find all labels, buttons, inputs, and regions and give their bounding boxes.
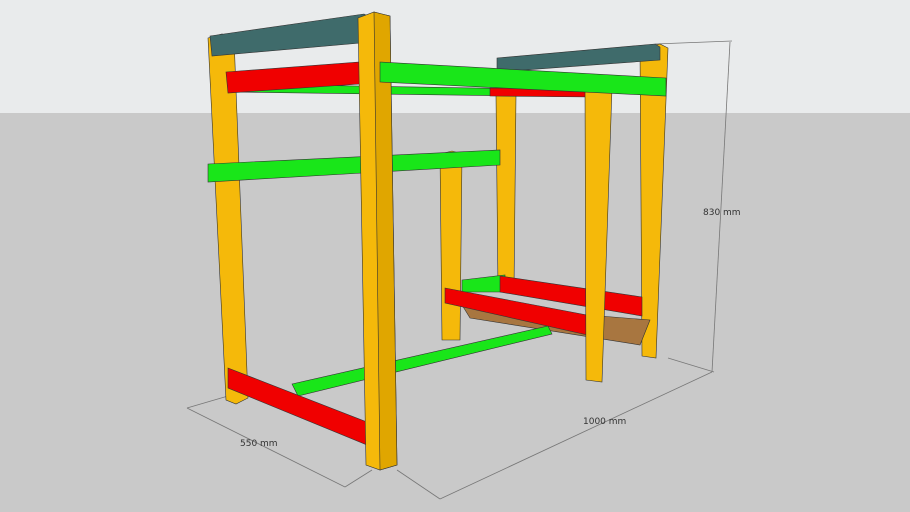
width-dimension-label: 550 mm [240, 439, 278, 449]
model-viewport[interactable]: 550 mm 1000 mm 830 mm [0, 0, 910, 512]
bunk-frame-model [0, 0, 910, 512]
sky [0, 0, 910, 113]
height-dimension-label: 830 mm [703, 208, 741, 218]
middle-post [439, 150, 463, 341]
length-dimension-label: 1000 mm [583, 417, 627, 427]
back-left-post [495, 91, 517, 291]
